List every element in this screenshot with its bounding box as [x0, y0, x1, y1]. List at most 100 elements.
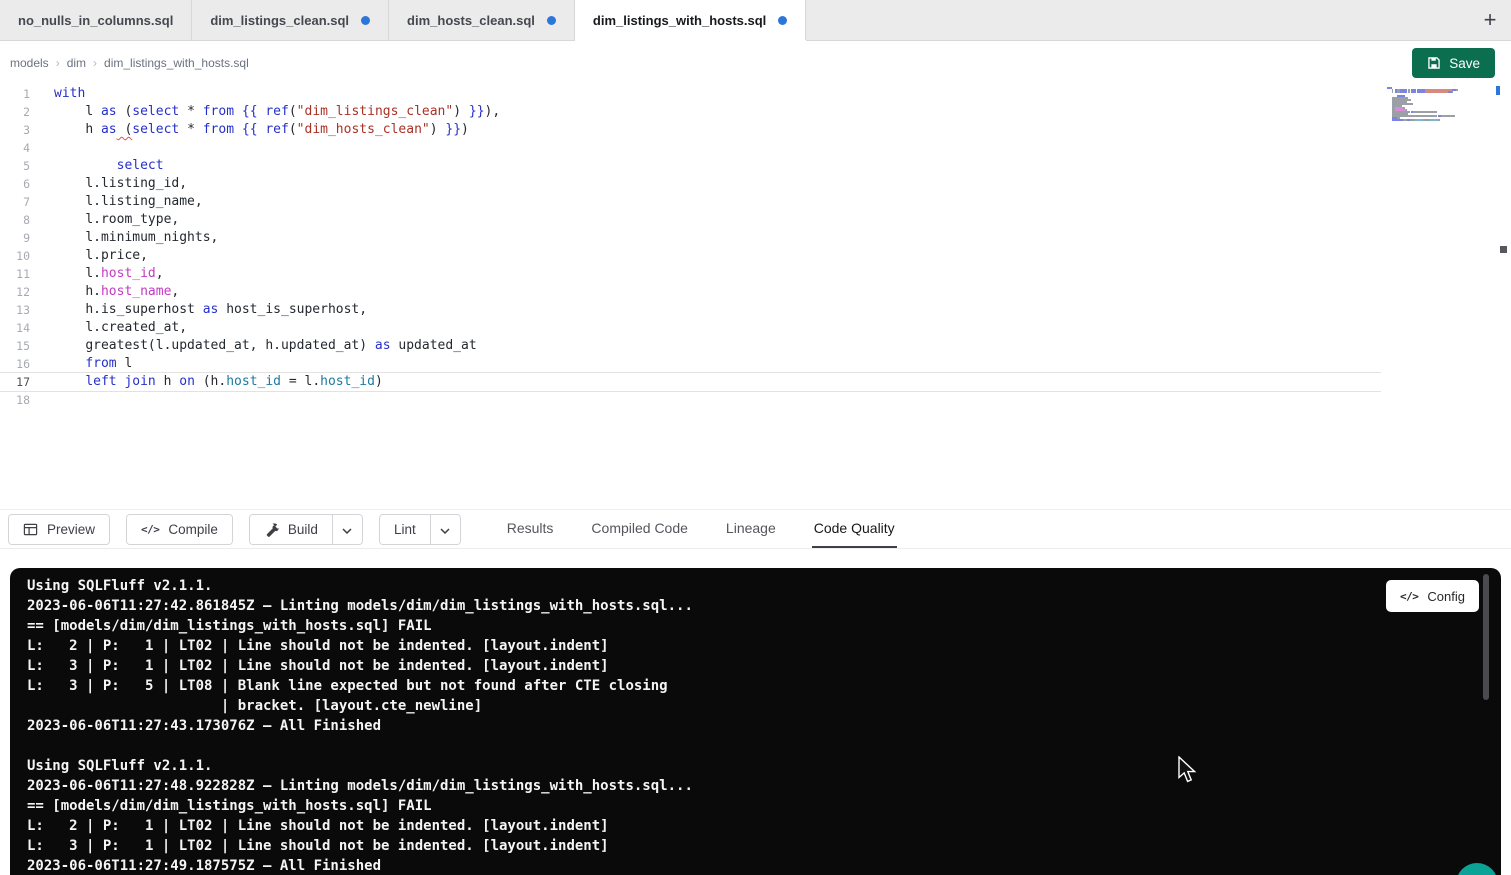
- code-line-15[interactable]: 15 greatest(l.updated_at, h.updated_at) …: [0, 337, 1381, 355]
- terminal-line: L: 3 | P: 5 | LT08 | Blank line expected…: [27, 676, 1471, 696]
- code-line-10[interactable]: 10 l.price,: [0, 247, 1381, 265]
- config-button[interactable]: </> Config: [1386, 580, 1479, 612]
- save-icon: [1427, 56, 1441, 70]
- breadcrumb-segment[interactable]: models: [10, 56, 49, 70]
- terminal-line: L: 3 | P: 1 | LT02 | Line should not be …: [27, 836, 1471, 856]
- tab-code-quality[interactable]: Code Quality: [812, 510, 897, 548]
- code-text: left join h on (h.host_id = l.host_id): [30, 373, 383, 391]
- code-line-5[interactable]: 5 select: [0, 157, 1381, 175]
- line-number: 2: [0, 103, 30, 121]
- build-dropdown-button[interactable]: [332, 515, 362, 544]
- compile-button-group: </>Compile: [126, 514, 233, 545]
- tab-label: dim_listings_with_hosts.sql: [593, 13, 766, 28]
- code-text: l.price,: [30, 247, 148, 265]
- breadcrumb-bar: models›dim›dim_listings_with_hosts.sql S…: [0, 41, 1511, 85]
- preview-button[interactable]: Preview: [9, 515, 109, 544]
- code-line-16[interactable]: 16 from l: [0, 355, 1381, 373]
- preview-button-label: Preview: [47, 522, 95, 537]
- build-button[interactable]: Build: [250, 515, 332, 544]
- lint-dropdown-button[interactable]: [430, 515, 460, 544]
- minimap[interactable]: [1387, 87, 1467, 123]
- line-number: 18: [0, 391, 30, 409]
- editor-tab-dim_hosts_clean-sql[interactable]: dim_hosts_clean.sql: [389, 0, 575, 40]
- line-number: 10: [0, 247, 30, 265]
- unsaved-changes-indicator: [361, 16, 370, 25]
- terminal-line: 2023-06-06T11:27:49.187575Z — All Finish…: [27, 856, 1471, 875]
- terminal-line: Using SQLFluff v2.1.1.: [27, 756, 1471, 776]
- build-hammer-icon: [264, 522, 279, 537]
- new-tab-button[interactable]: +: [1475, 5, 1505, 35]
- code-text: l.listing_name,: [30, 193, 203, 211]
- code-line-8[interactable]: 8 l.room_type,: [0, 211, 1381, 229]
- code-line-17[interactable]: 17 left join h on (h.host_id = l.host_id…: [0, 373, 1381, 391]
- editor-scrollbar-thumb[interactable]: [1500, 246, 1507, 253]
- code-text: from l: [30, 355, 132, 373]
- overview-ruler-mark: [1496, 86, 1500, 95]
- line-number: 1: [0, 85, 30, 103]
- line-number: 8: [0, 211, 30, 229]
- tab-results[interactable]: Results: [505, 510, 556, 548]
- line-number: 16: [0, 355, 30, 373]
- line-number: 17: [0, 373, 30, 391]
- code-line-7[interactable]: 7 l.listing_name,: [0, 193, 1381, 211]
- editor-tab-dim_listings_clean-sql[interactable]: dim_listings_clean.sql: [192, 0, 389, 40]
- save-button[interactable]: Save: [1412, 48, 1495, 78]
- code-text: l.host_id,: [30, 265, 164, 283]
- terminal-line: == [models/dim/dim_listings_with_hosts.s…: [27, 616, 1471, 636]
- code-text: l as (select * from {{ ref("dim_listings…: [30, 103, 500, 121]
- terminal-line: L: 3 | P: 1 | LT02 | Line should not be …: [27, 656, 1471, 676]
- tab-label: no_nulls_in_columns.sql: [18, 13, 173, 28]
- line-number: 11: [0, 265, 30, 283]
- code-text: l.created_at,: [30, 319, 187, 337]
- preview-button-group: Preview: [8, 514, 110, 545]
- code-line-2[interactable]: 2 l as (select * from {{ ref("dim_listin…: [0, 103, 1381, 121]
- minimap-line: [1387, 121, 1467, 123]
- code-line-3[interactable]: 3 h as (select * from {{ ref("dim_hosts_…: [0, 121, 1381, 139]
- line-number: 14: [0, 319, 30, 337]
- unsaved-changes-indicator: [547, 16, 556, 25]
- tab-lineage[interactable]: Lineage: [724, 510, 778, 548]
- lint-button-group: Lint: [379, 514, 461, 545]
- code-line-9[interactable]: 9 l.minimum_nights,: [0, 229, 1381, 247]
- code-text: h as (select * from {{ ref("dim_hosts_cl…: [30, 121, 469, 139]
- build-button-label: Build: [288, 522, 318, 537]
- editor-tabs: no_nulls_in_columns.sql dim_listings_clea…: [0, 0, 806, 40]
- code-line-6[interactable]: 6 l.listing_id,: [0, 175, 1381, 193]
- line-number: 6: [0, 175, 30, 193]
- code-line-1[interactable]: 1with: [0, 85, 1381, 103]
- code-editor[interactable]: 1with2 l as (select * from {{ ref("dim_l…: [0, 85, 1511, 509]
- lint-button-label: Lint: [394, 522, 416, 537]
- code-text: with: [30, 85, 85, 103]
- code-line-12[interactable]: 12 h.host_name,: [0, 283, 1381, 301]
- breadcrumb-segment[interactable]: dim: [67, 56, 86, 70]
- code-text: l.listing_id,: [30, 175, 187, 193]
- terminal-output[interactable]: Using SQLFluff v2.1.1.2023-06-06T11:27:4…: [27, 576, 1471, 875]
- terminal-line: 2023-06-06T11:27:43.173076Z — All Finish…: [27, 716, 1471, 736]
- config-label: Config: [1427, 589, 1465, 604]
- terminal-line: Using SQLFluff v2.1.1.: [27, 576, 1471, 596]
- lint-button[interactable]: Lint: [380, 515, 430, 544]
- chevron-down-icon: [440, 522, 450, 537]
- editor-tab-no_nulls_in_columns-sql[interactable]: no_nulls_in_columns.sql: [0, 0, 192, 40]
- terminal-scrollbar[interactable]: [1483, 574, 1489, 700]
- code-text: l.room_type,: [30, 211, 179, 229]
- terminal-line: 2023-06-06T11:27:42.861845Z — Linting mo…: [27, 596, 1471, 616]
- breadcrumb-separator: ›: [93, 56, 97, 70]
- tab-compiled-code[interactable]: Compiled Code: [589, 510, 690, 548]
- compile-button[interactable]: </>Compile: [127, 515, 232, 544]
- tab-label: dim_hosts_clean.sql: [407, 13, 535, 28]
- editor-tab-dim_listings_with_hosts-sql[interactable]: dim_listings_with_hosts.sql: [575, 0, 806, 40]
- tab-label: dim_listings_clean.sql: [210, 13, 349, 28]
- code-line-14[interactable]: 14 l.created_at,: [0, 319, 1381, 337]
- code-line-13[interactable]: 13 h.is_superhost as host_is_superhost,: [0, 301, 1381, 319]
- line-number: 5: [0, 157, 30, 175]
- code-text: [30, 139, 54, 157]
- line-number: 12: [0, 283, 30, 301]
- terminal-panel: Using SQLFluff v2.1.1.2023-06-06T11:27:4…: [10, 568, 1501, 875]
- code-line-18[interactable]: 18: [0, 391, 1381, 409]
- code-line-4[interactable]: 4: [0, 139, 1381, 157]
- code-line-11[interactable]: 11 l.host_id,: [0, 265, 1381, 283]
- terminal-line: | bracket. [layout.cte_newline]: [27, 696, 1471, 716]
- breadcrumb-segment[interactable]: dim_listings_with_hosts.sql: [104, 56, 249, 70]
- line-number: 9: [0, 229, 30, 247]
